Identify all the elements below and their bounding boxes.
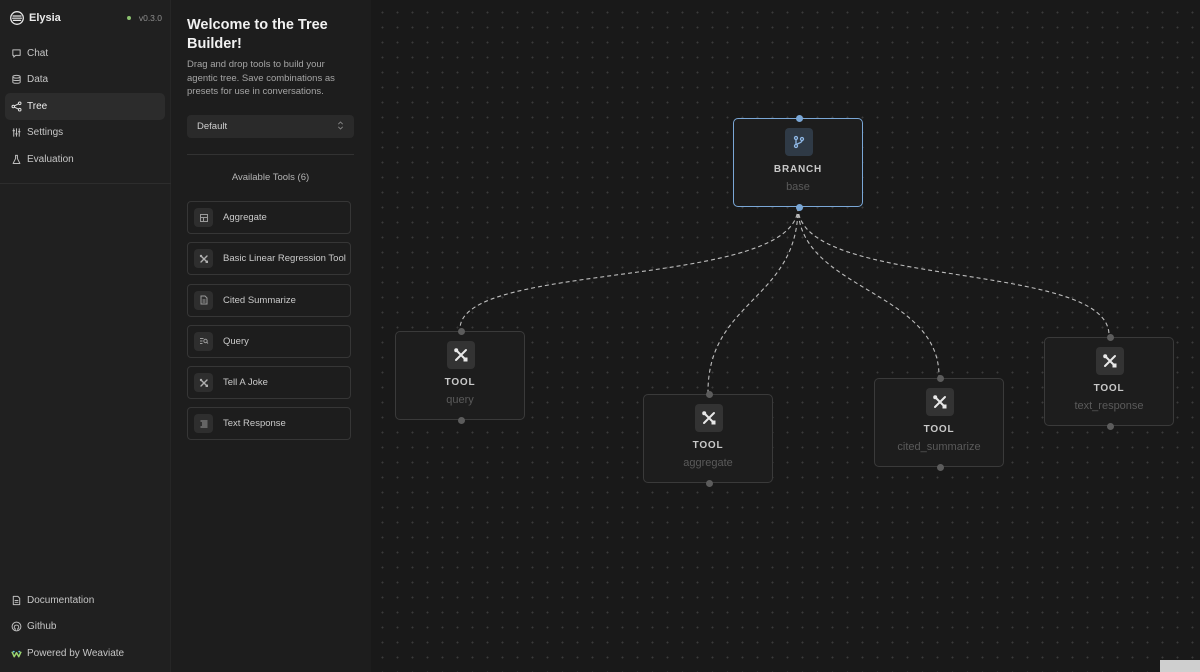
tool-item-label: Text Response — [223, 418, 286, 430]
nav-item-label: Documentation — [27, 594, 95, 606]
tools-icon — [1096, 347, 1124, 375]
file-icon — [11, 595, 22, 606]
nav-item-data[interactable]: Data — [5, 67, 165, 94]
edge-base-to-aggregate — [707, 206, 799, 393]
tool-item-query[interactable]: Query — [187, 324, 351, 358]
node-tool-aggregate[interactable]: TOOL aggregate — [643, 390, 773, 487]
weaviate-logo-icon — [11, 648, 22, 659]
sliders-icon — [11, 127, 22, 138]
node-name-label: query — [446, 394, 474, 406]
tool-item-tell-a-joke[interactable]: Tell A Joke — [187, 366, 351, 400]
node-input-handle[interactable] — [705, 390, 713, 398]
tools-icon — [447, 341, 475, 369]
tool-item-basic-linear-regression[interactable]: Basic Linear Regression Tool — [187, 242, 351, 276]
flask-icon — [11, 154, 22, 165]
node-type-label: TOOL — [923, 424, 955, 435]
node-input-handle[interactable] — [936, 374, 944, 382]
node-output-handle[interactable] — [1106, 422, 1114, 430]
tools-icon — [926, 388, 954, 416]
layers-icon — [10, 11, 24, 25]
sidebar-divider — [0, 183, 171, 184]
nav-item-label: Powered by Weaviate — [27, 647, 125, 659]
nav-item-documentation[interactable]: Documentation — [5, 587, 165, 614]
node-name-label: cited_summarize — [897, 441, 981, 453]
tool-item-aggregate[interactable]: Aggregate — [187, 201, 351, 234]
nav-item-settings[interactable]: Settings — [5, 120, 165, 147]
tools-icon — [194, 249, 213, 269]
page-title: Welcome to the Tree Builder! — [187, 17, 328, 52]
search-list-icon — [194, 331, 213, 351]
node-output-handle[interactable] — [705, 479, 713, 487]
github-icon — [11, 621, 22, 632]
message-square-icon — [11, 48, 22, 59]
node-output-handle[interactable] — [795, 203, 803, 211]
node-name-label: base — [786, 181, 810, 193]
tools-header: Available Tools (6) — [231, 172, 310, 183]
tool-item-label: Basic Linear Regression Tool — [223, 253, 346, 265]
preset-selected-value: Default — [197, 121, 228, 132]
panel-divider — [187, 154, 354, 155]
node-type-label: TOOL — [444, 377, 476, 388]
app-window: Elysia v0.3.0 Chat Data Tree Settings Ev… — [0, 0, 1200, 672]
tool-item-label: Aggregate — [223, 212, 267, 223]
panel-description: Drag and drop tools to build your agenti… — [187, 59, 335, 97]
sidebar: Elysia v0.3.0 Chat Data Tree Settings Ev… — [0, 0, 171, 672]
footer-nav: Documentation Github Powered by Weaviate — [5, 587, 165, 667]
nav-item-label: Settings — [27, 127, 64, 139]
node-input-handle[interactable] — [795, 114, 803, 122]
nav-item-label: Tree — [27, 100, 48, 112]
node-input-handle[interactable] — [1106, 333, 1114, 341]
tool-item-cited-summarize[interactable]: Cited Summarize — [187, 283, 351, 317]
node-name-label: aggregate — [683, 457, 733, 469]
git-branch-icon — [785, 128, 813, 156]
node-type-label: BRANCH — [773, 164, 823, 175]
edge-base-to-text-response — [797, 206, 1110, 336]
tools-icon — [695, 404, 723, 432]
node-tool-text-response[interactable]: TOOL text_response — [1044, 333, 1174, 430]
tool-item-label: Cited Summarize — [223, 294, 296, 306]
node-tool-query[interactable]: TOOL query — [395, 327, 525, 424]
preset-select[interactable]: Default — [187, 115, 354, 138]
nav-item-label: Data — [27, 74, 49, 86]
nav-item-label: Chat — [27, 47, 49, 59]
node-branch-base[interactable]: BRANCH base — [733, 114, 863, 211]
nav-item-label: Github — [27, 621, 57, 633]
node-output-handle[interactable] — [936, 463, 944, 471]
tool-item-text-response[interactable]: Text Response — [187, 407, 351, 441]
nav-item-github[interactable]: Github — [5, 614, 165, 641]
table-icon — [194, 208, 213, 227]
node-output-handle[interactable] — [457, 416, 465, 424]
tools-icon — [194, 373, 213, 393]
nav-item-tree[interactable]: Tree — [5, 93, 165, 120]
node-input-handle[interactable] — [457, 327, 465, 335]
tree-canvas[interactable]: BRANCH base TOOL query TOOL aggregate TO… — [371, 0, 1200, 672]
node-tool-cited-summarize[interactable]: TOOL cited_summarize — [874, 374, 1004, 471]
status-dot — [126, 16, 131, 20]
tree-builder-panel: Welcome to the Tree Builder! Drag and dr… — [171, 0, 371, 672]
nav-item-evaluation[interactable]: Evaluation — [5, 146, 165, 173]
canvas-attribution[interactable] — [1160, 660, 1200, 672]
text-lines-icon — [194, 414, 213, 434]
document-icon — [194, 290, 213, 310]
tool-item-label: Query — [223, 335, 249, 347]
node-type-label: TOOL — [1093, 383, 1125, 394]
tools-list: Aggregate Basic Linear Regression Tool C… — [187, 201, 351, 449]
nav-item-label: Evaluation — [27, 153, 74, 165]
nav-item-chat[interactable]: Chat — [5, 40, 165, 67]
main-nav: Chat Data Tree Settings Evaluation — [5, 40, 165, 173]
edge-base-to-cited-summarize — [797, 206, 940, 377]
node-name-label: text_response — [1074, 400, 1144, 412]
share-nodes-icon — [11, 101, 22, 112]
nav-item-weaviate[interactable]: Powered by Weaviate — [5, 640, 165, 667]
chevron-up-down-icon — [337, 121, 344, 132]
version-label: v0.3.0 — [138, 13, 162, 23]
brand-name: Elysia — [29, 12, 61, 24]
database-icon — [11, 74, 22, 85]
brand-header: Elysia v0.3.0 — [10, 9, 162, 27]
edge-base-to-query — [459, 206, 799, 330]
node-type-label: TOOL — [692, 440, 724, 451]
tool-item-label: Tell A Joke — [223, 377, 268, 389]
